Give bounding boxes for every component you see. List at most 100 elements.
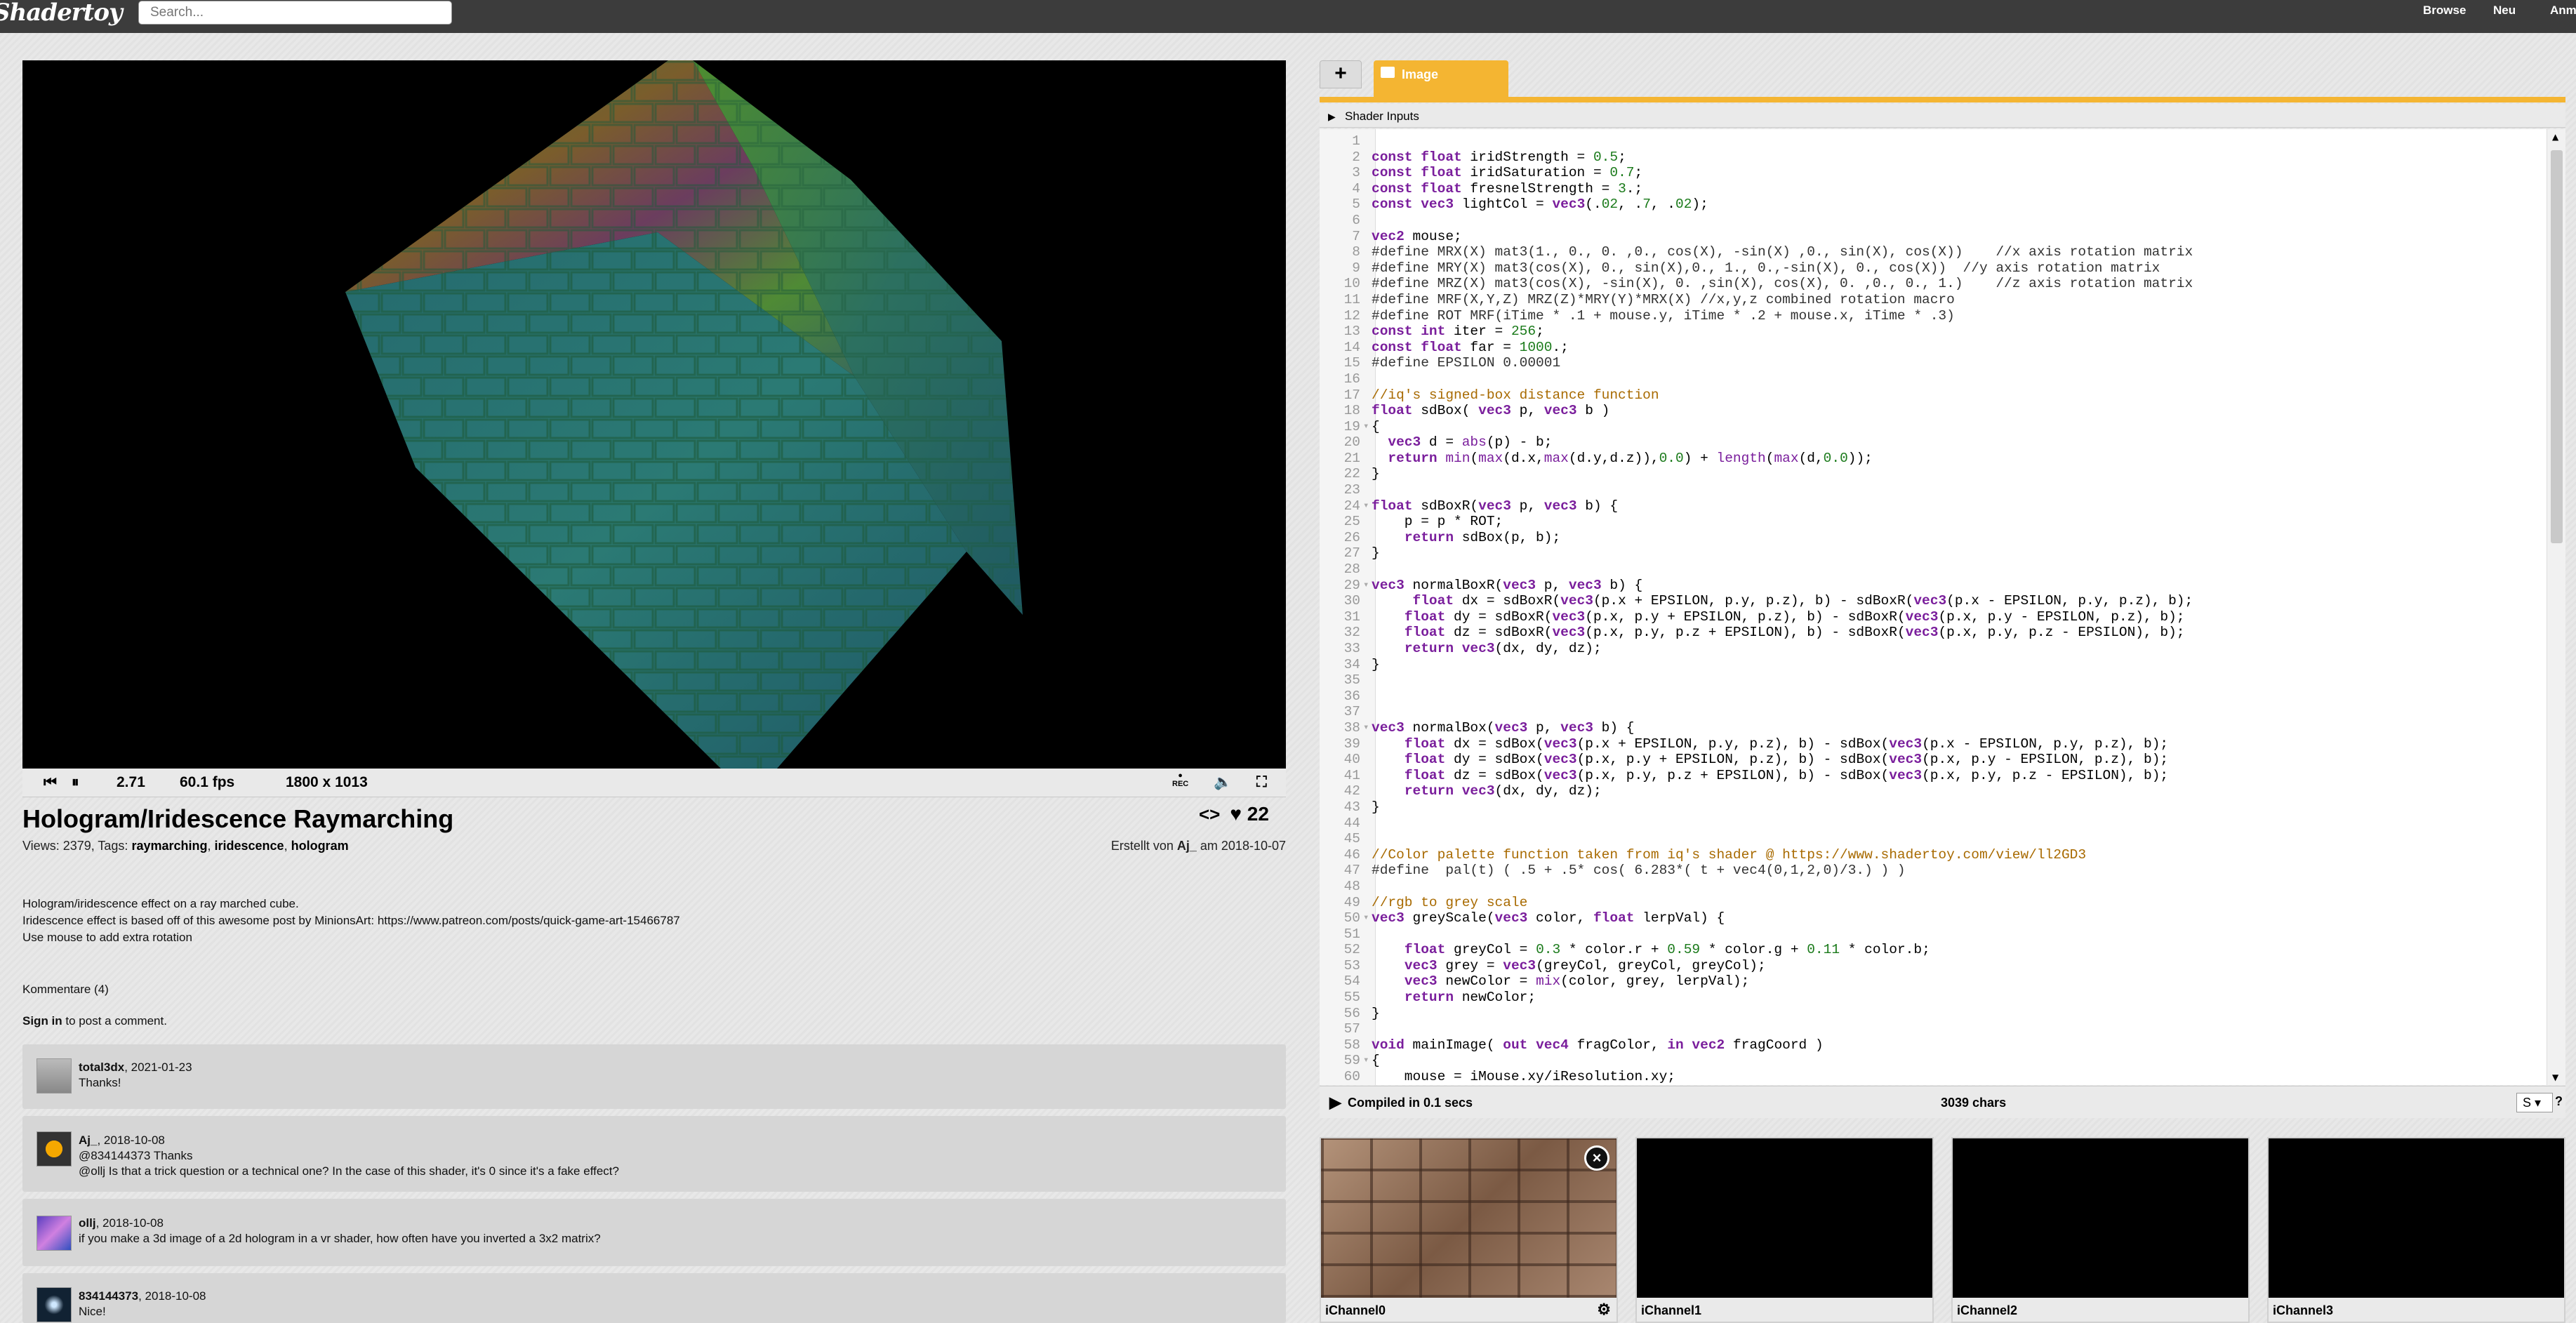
code-line[interactable]: 28 bbox=[1320, 561, 2565, 578]
code-line[interactable]: 13 const int iter = 256; bbox=[1320, 324, 2565, 340]
code-line[interactable]: 7 vec2 mouse; bbox=[1320, 229, 2565, 245]
code-line[interactable]: 56} bbox=[1320, 1006, 2565, 1022]
code-line[interactable]: 4 const float fresnelStrength = 3.; bbox=[1320, 181, 2565, 197]
code-line[interactable]: 41 float dz = sdBox(vec3(p.x, p.y, p.z +… bbox=[1320, 768, 2565, 784]
code-line[interactable]: 29 ▾ vec3 normalBoxR(vec3 p, vec3 b) { bbox=[1320, 578, 2565, 594]
code-line[interactable]: 3 const float iridSaturation = 0.7; bbox=[1320, 165, 2565, 181]
add-tab-button[interactable]: + bbox=[1320, 60, 1362, 88]
close-icon[interactable]: × bbox=[1584, 1145, 1609, 1171]
scrollbar-thumb[interactable] bbox=[2551, 150, 2563, 543]
code-line[interactable]: 9 #define MRY(X) mat3(cos(X), 0., sin(X),… bbox=[1320, 260, 2565, 277]
code-line[interactable]: 8 #define MRX(X) mat3(1., 0., 0. ,0., cos… bbox=[1320, 244, 2565, 260]
code-line[interactable]: 51 bbox=[1320, 926, 2565, 943]
tag-iridescence[interactable]: iridescence bbox=[215, 839, 284, 853]
code-line[interactable]: 2 const float iridStrength = 0.5; bbox=[1320, 149, 2565, 166]
avatar[interactable] bbox=[36, 1058, 72, 1093]
volume-icon[interactable]: 🔈 bbox=[1214, 774, 1232, 791]
avatar[interactable] bbox=[36, 1131, 72, 1166]
code-line[interactable]: 20 vec3 d = abs(p) - b; bbox=[1320, 434, 2565, 451]
embed-code-icon[interactable]: <> bbox=[1199, 804, 1220, 825]
code-line[interactable]: 42 return vec3(dx, dy, dz); bbox=[1320, 783, 2565, 799]
code-line[interactable]: 15 #define EPSILON 0.00001 bbox=[1320, 355, 2565, 371]
code-line[interactable]: 21 return min(max(d.x,max(d.y,d.z)),0.0)… bbox=[1320, 451, 2565, 467]
nav-login[interactable]: Anm bbox=[2550, 4, 2576, 18]
code-line[interactable]: 40 float dy = sdBox(vec3(p.x, p.y + EPSI… bbox=[1320, 752, 2565, 768]
fullscreen-icon[interactable]: ⛶ bbox=[1256, 774, 1267, 791]
code-line[interactable]: 14 const float far = 1000.; bbox=[1320, 340, 2565, 356]
code-line[interactable]: 50 ▾ vec3 greyScale(vec3 color, float lerp… bbox=[1320, 910, 2565, 926]
code-line[interactable]: 25 p = p * ROT; bbox=[1320, 514, 2565, 530]
code-line[interactable]: 32 float dz = sdBoxR(vec3(p.x, p.y, p.z … bbox=[1320, 625, 2565, 641]
code-line[interactable]: 39 float dx = sdBox(vec3(p.x + EPSILON, … bbox=[1320, 736, 2565, 752]
record-button[interactable]: ● REC bbox=[1172, 771, 1188, 788]
search-input[interactable] bbox=[138, 1, 452, 25]
code-line[interactable]: 48 bbox=[1320, 879, 2565, 895]
code-line[interactable]: 38 ▾ vec3 normalBox(vec3 p, vec3 b) { bbox=[1320, 720, 2565, 736]
comment-user[interactable]: 834144373 bbox=[79, 1289, 138, 1303]
editor-scrollbar[interactable]: ▲ ▼ bbox=[2547, 129, 2565, 1085]
rewind-icon[interactable]: ⏮ bbox=[44, 774, 57, 791]
tag-hologram[interactable]: hologram bbox=[291, 839, 349, 853]
tab-image[interactable]: Image bbox=[1374, 60, 1508, 97]
code-line[interactable]: 44 bbox=[1320, 816, 2565, 832]
fold-arrow-icon[interactable]: ▾ bbox=[1363, 720, 1369, 736]
code-line[interactable]: 58 void mainImage( out vec4 fragColor, in… bbox=[1320, 1037, 2565, 1053]
code-line[interactable]: 6 bbox=[1320, 213, 2565, 229]
code-line[interactable]: 19 ▾{ bbox=[1320, 419, 2565, 435]
code-line[interactable]: 34} bbox=[1320, 657, 2565, 673]
signin-link[interactable]: Sign in bbox=[22, 1014, 62, 1028]
comment-user[interactable]: ollj bbox=[79, 1216, 96, 1230]
gear-icon[interactable]: ⚙ bbox=[1597, 1301, 1611, 1319]
fold-arrow-icon[interactable]: ▾ bbox=[1363, 578, 1369, 594]
code-line[interactable]: 11 #define MRF(X,Y,Z) MRZ(Z)*MRY(Y)*MRX(X… bbox=[1320, 292, 2565, 308]
pause-icon[interactable]: ⏸ bbox=[72, 774, 79, 791]
code-line[interactable]: 16 bbox=[1320, 371, 2565, 387]
code-line[interactable]: 45 bbox=[1320, 831, 2565, 847]
compile-button[interactable]: ▶ bbox=[1329, 1093, 1341, 1112]
code-line[interactable]: 24 ▾ float sdBoxR(vec3 p, vec3 b) { bbox=[1320, 498, 2565, 514]
code-line[interactable]: 17 //iq's signed-box distance function bbox=[1320, 387, 2565, 404]
help-button[interactable]: ? bbox=[2555, 1094, 2563, 1109]
code-line[interactable]: 22} bbox=[1320, 466, 2565, 482]
ichannel1-slot[interactable]: iChannel1 bbox=[1635, 1137, 1934, 1323]
code-line[interactable]: 30 float dx = sdBoxR(vec3(p.x + EPSILON,… bbox=[1320, 593, 2565, 609]
shader-inputs-toggle[interactable]: ▶ Shader Inputs bbox=[1320, 104, 2565, 128]
nav-new[interactable]: Neu bbox=[2493, 4, 2516, 18]
code-line[interactable]: 55 return newColor; bbox=[1320, 990, 2565, 1006]
author-link[interactable]: Aj_ bbox=[1177, 839, 1197, 853]
code-line[interactable]: 47 #define pal(t) ( .5 + .5* cos( 6.283*(… bbox=[1320, 863, 2565, 879]
comment-user[interactable]: total3dx bbox=[79, 1061, 124, 1074]
code-line[interactable]: 54 vec3 newColor = mix(color, grey, lerp… bbox=[1320, 973, 2565, 990]
code-line[interactable]: 31 float dy = sdBoxR(vec3(p.x, p.y + EPS… bbox=[1320, 609, 2565, 625]
code-line[interactable]: 46 //Color palette function taken from iq… bbox=[1320, 847, 2565, 863]
nav-browse[interactable]: Browse bbox=[2423, 4, 2466, 18]
code-line[interactable]: 57 bbox=[1320, 1021, 2565, 1037]
fold-arrow-icon[interactable]: ▾ bbox=[1363, 498, 1369, 514]
code-line[interactable]: 5 const vec3 lightCol = vec3(.02, .7, .02… bbox=[1320, 197, 2565, 213]
fold-arrow-icon[interactable]: ▾ bbox=[1363, 419, 1369, 435]
code-line[interactable]: 33 return vec3(dx, dy, dz); bbox=[1320, 641, 2565, 657]
avatar[interactable] bbox=[36, 1287, 72, 1322]
heart-icon[interactable]: ♥ bbox=[1230, 803, 1242, 825]
fold-arrow-icon[interactable]: ▾ bbox=[1363, 910, 1369, 926]
code-line[interactable]: 26 return sdBox(p, b); bbox=[1320, 530, 2565, 546]
code-line[interactable]: 59 ▾{ bbox=[1320, 1053, 2565, 1069]
ichannel3-slot[interactable]: iChannel3 bbox=[2267, 1137, 2565, 1323]
shadertoy-logo[interactable]: Shadertoy bbox=[0, 0, 123, 27]
comment-user[interactable]: Aj_ bbox=[79, 1133, 97, 1147]
scroll-up-icon[interactable]: ▲ bbox=[2552, 132, 2558, 142]
ichannel2-slot[interactable]: iChannel2 bbox=[1951, 1137, 2250, 1323]
code-line[interactable]: 53 vec3 grey = vec3(greyCol, greyCol, gr… bbox=[1320, 958, 2565, 974]
code-line[interactable]: 18 float sdBox( vec3 p, vec3 b ) bbox=[1320, 403, 2565, 419]
code-line[interactable]: 23 bbox=[1320, 482, 2565, 498]
code-line[interactable]: 37 bbox=[1320, 704, 2565, 720]
code-line[interactable]: 10 #define MRZ(X) mat3(cos(X), -sin(X), 0… bbox=[1320, 276, 2565, 292]
font-size-select[interactable]: S ▾ bbox=[2516, 1093, 2553, 1112]
code-editor[interactable]: 1 2 const float iridStrength = 0.5; 3 const … bbox=[1320, 129, 2565, 1085]
code-line[interactable]: 35 bbox=[1320, 672, 2565, 689]
code-line[interactable]: 52 float greyCol = 0.3 * color.r + 0.59 … bbox=[1320, 942, 2565, 958]
tag-raymarching[interactable]: raymarching bbox=[131, 839, 207, 853]
code-line[interactable]: 43} bbox=[1320, 799, 2565, 816]
code-line[interactable]: 36 bbox=[1320, 689, 2565, 705]
code-line[interactable]: 12 #define ROT MRF(iTime * .1 + mouse.y, … bbox=[1320, 308, 2565, 324]
